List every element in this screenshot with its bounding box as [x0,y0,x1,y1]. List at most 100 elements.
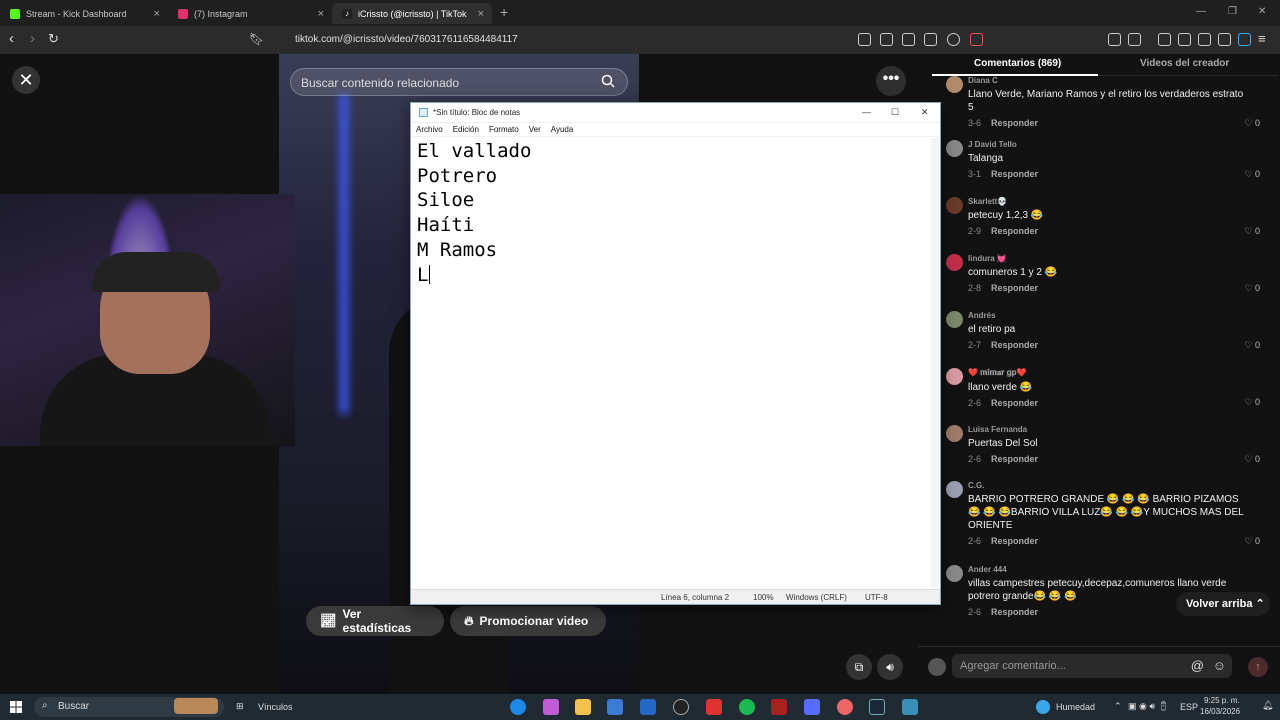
app-icon[interactable] [837,699,853,715]
music-icon[interactable] [1158,33,1171,46]
maximize-icon[interactable]: ❐ [1228,6,1237,17]
reload-icon[interactable]: ↻ [48,31,59,47]
reply-button[interactable]: Responder [991,283,1038,293]
app-icon[interactable] [804,699,820,715]
translate-icon[interactable] [880,33,893,46]
tab-tiktok[interactable]: ♪ iCrissto (@icrissto) | TikTok × [332,3,492,24]
clock-time[interactable]: 9:25 p. m. [1204,696,1240,705]
chevron-up-icon[interactable]: ⌃ [1114,701,1122,712]
plus-icon[interactable]: + [500,4,508,20]
notepad-taskbar-icon[interactable] [902,699,918,715]
comment-author[interactable]: ❤️ 𝐦𝐢𝐦𝐚𝐫 𝐠𝐩❤️ [968,368,1248,378]
close-icon[interactable]: ✕ [921,107,929,118]
minimize-icon[interactable]: — [1196,6,1206,17]
like-button[interactable]: ♡ 0 [1244,169,1260,180]
spotify-icon[interactable] [739,699,755,715]
avatar[interactable] [946,311,963,328]
comment-author[interactable]: Diana C [968,76,1248,85]
comment-input[interactable]: Agregar comentario... @ ☺ [952,654,1232,678]
no-track-icon[interactable] [858,33,871,46]
app-icon[interactable] [706,699,722,715]
store-icon[interactable] [607,699,623,715]
menu-ver[interactable]: Ver [529,125,541,134]
avatar[interactable] [946,197,963,214]
avatar[interactable] [946,565,963,582]
close-icon[interactable]: × [478,8,484,20]
menu-ayuda[interactable]: Ayuda [551,125,574,134]
menu-icon[interactable]: ≡ [1258,31,1266,46]
stats-button[interactable]: 📈︎ Ver estadísticas [306,606,444,636]
search-icon[interactable] [601,74,615,88]
avatar[interactable] [946,368,963,385]
related-search-box[interactable]: Buscar contenido relacionado [290,68,628,96]
notifications-icon[interactable]: 🔔︎ [1262,700,1273,711]
close-icon[interactable]: × [318,8,324,20]
reply-button[interactable]: Responder [991,607,1038,617]
winrar-icon[interactable] [771,699,787,715]
volume-button[interactable]: 🔊︎ [877,654,903,680]
edit-icon[interactable] [902,33,915,46]
steam-icon[interactable] [869,699,885,715]
obs-icon[interactable] [673,699,689,715]
wallet-icon[interactable] [1198,33,1211,46]
tray-icons[interactable]: ▣ ◉ 🔊︎ 🔋︎ [1128,701,1169,712]
promote-button[interactable]: 🔥︎ Promocionar video [450,606,606,636]
windows-start-icon[interactable] [10,701,22,713]
rewards-icon[interactable] [970,33,983,46]
close-icon[interactable]: × [154,8,160,20]
like-button[interactable]: ♡ 0 [1244,454,1260,465]
comment-author[interactable]: C.G. [968,481,1248,490]
like-button[interactable]: ♡ 0 [1244,118,1260,129]
app-icon[interactable] [1238,33,1251,46]
reply-button[interactable]: Responder [991,398,1038,408]
like-button[interactable]: ♡ 0 [1244,536,1260,547]
url-field[interactable]: tiktok.com/@icrissto/video/7603176116584… [295,34,518,45]
language-indicator[interactable]: ESP [1180,702,1198,712]
more-options-button[interactable]: ••• [876,66,906,96]
clock-date[interactable]: 16/03/2026 [1200,707,1240,716]
notepad-text-area[interactable]: El vallado Potrero Siloe Haíti M Ramos L [417,139,531,287]
task-view-icon[interactable]: ⊞ [236,701,244,712]
like-button[interactable]: ♡ 0 [1244,340,1260,351]
forward-icon[interactable]: › [30,30,35,47]
reply-button[interactable]: Responder [991,536,1038,546]
comment-author[interactable]: Andrés [968,311,1248,320]
bookmark-icon[interactable]: 🔖︎ [249,32,264,46]
like-button[interactable]: ♡ 0 [1244,397,1260,408]
menu-edicion[interactable]: Edición [453,125,479,134]
comment-author[interactable]: lindura 💓 [968,254,1248,263]
avatar[interactable] [946,76,963,93]
menu-archivo[interactable]: Archivo [416,125,443,134]
reply-button[interactable]: Responder [991,226,1038,236]
back-to-top-button[interactable]: Volver arriba ⌃ [1176,592,1270,616]
avatar[interactable] [946,140,963,157]
close-window-icon[interactable]: ✕ [1258,6,1266,17]
emoji-icon[interactable]: ☺ [1213,658,1226,673]
like-button[interactable]: ♡ 0 [1244,226,1260,237]
links-label[interactable]: Vínculos [258,702,293,712]
taskbar-search[interactable]: ⌕ Buscar [34,697,224,717]
avatar[interactable] [946,254,963,271]
edge-icon[interactable] [510,699,526,715]
tab-creator-videos[interactable]: Videos del creador [1140,58,1229,69]
picture-in-picture-button[interactable]: ⧉ [846,654,872,680]
comment-author[interactable]: Ander 444 [968,565,1248,574]
maximize-icon[interactable]: ☐ [891,107,899,118]
comment-author[interactable]: J David Tello [968,140,1248,149]
send-button[interactable]: ↑ [1248,657,1268,677]
reply-button[interactable]: Responder [991,340,1038,350]
back-icon[interactable]: ‹ [9,30,14,47]
tab-kick[interactable]: Stream - Kick Dashboard × [0,3,168,24]
weather-label[interactable]: Humedad [1056,702,1095,712]
like-button[interactable]: ♡ 0 [1244,283,1260,294]
close-video-button[interactable]: ✕ [12,66,40,94]
avatar[interactable] [946,481,963,498]
file-explorer-icon[interactable] [575,699,591,715]
avatar[interactable] [946,425,963,442]
menu-formato[interactable]: Formato [489,125,519,134]
extensions-icon[interactable] [1108,33,1121,46]
minimize-icon[interactable]: — [862,107,871,117]
tab-comments[interactable]: Comentarios (869) [974,58,1061,69]
sidebar-icon[interactable] [1178,33,1191,46]
brave-shield-icon[interactable] [947,33,960,46]
